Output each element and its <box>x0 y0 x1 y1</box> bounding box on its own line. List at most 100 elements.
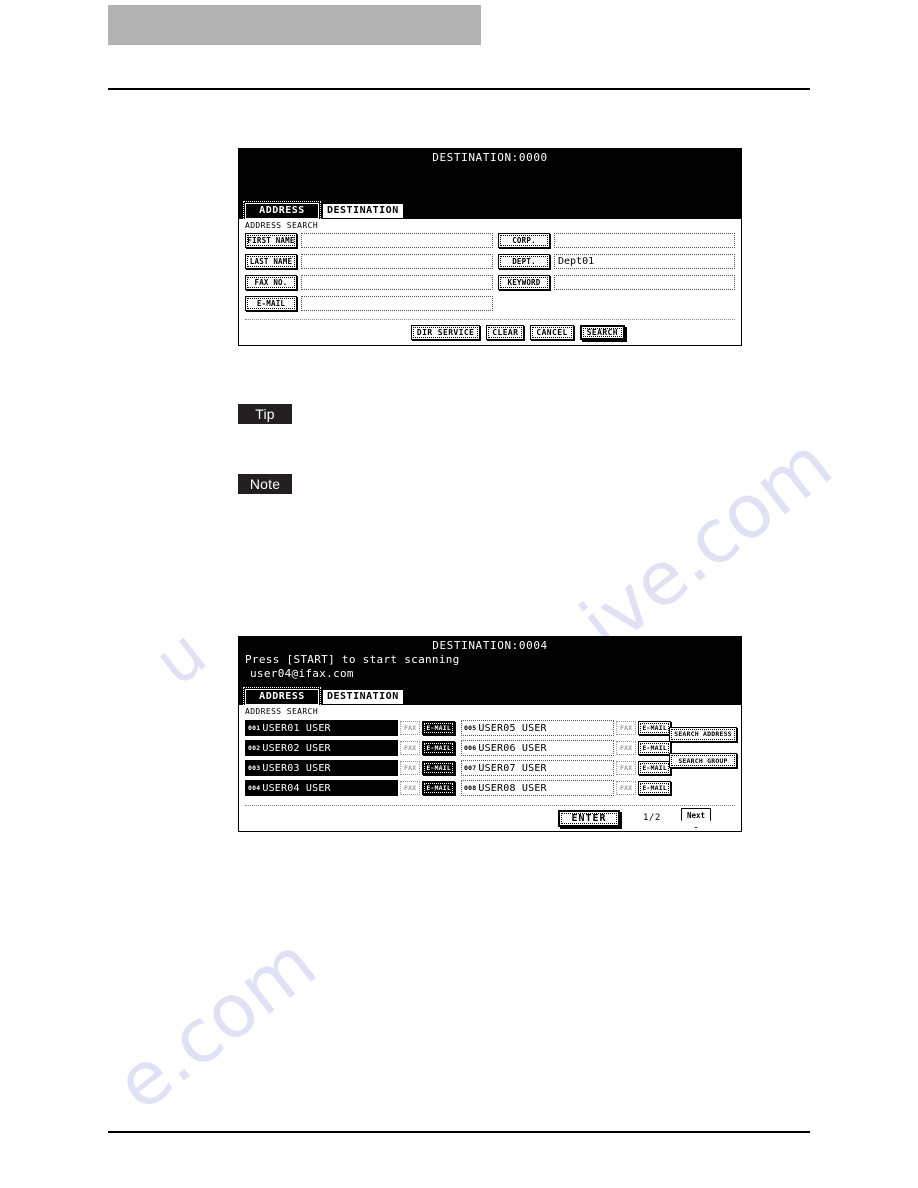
contact-name-cell[interactable]: 007 USER07 USER <box>461 760 614 776</box>
next-page-label: Next <box>686 811 706 820</box>
fax-tag-button[interactable]: FAX <box>399 761 421 775</box>
tab-address-results[interactable]: ADDRESS <box>243 687 321 707</box>
field-row-email: E-MAIL <box>245 294 493 313</box>
footer-rule <box>108 1131 810 1133</box>
address-search-action-bar: DIR SERVICE CLEAR CANCEL SEARCH <box>245 319 735 344</box>
contact-index: 004 <box>248 784 261 792</box>
contact-name-cell[interactable]: 003 USER03 USER <box>245 760 398 776</box>
destination-counter-results: DESTINATION:0004 <box>432 639 548 652</box>
search-group-button[interactable]: SEARCH GROUP <box>669 753 737 768</box>
lcd-status-area-1: DESTINATION:0000 ADDRESS DESTINATION <box>239 149 741 221</box>
result-column-left: 001 USER01 USER FAX E-MAIL 002 USER02 US… <box>245 719 455 799</box>
section-title-address-search: ADDRESS SEARCH <box>245 221 319 230</box>
list-item[interactable]: 005 USER05 USER FAX E-MAIL <box>461 719 671 737</box>
watermark-text-3: u <box>140 614 221 701</box>
contact-name: USER02 USER <box>262 742 331 754</box>
fax-no-input[interactable] <box>301 275 493 290</box>
tab-destination[interactable]: DESTINATION <box>322 203 404 219</box>
fax-tag-button[interactable]: FAX <box>615 781 637 795</box>
list-item[interactable]: 006 USER06 USER FAX E-MAIL <box>461 739 671 757</box>
note-badge: Note <box>238 474 292 494</box>
first-name-button[interactable]: FIRST NAME <box>245 233 297 248</box>
list-item[interactable]: 008 USER08 USER FAX E-MAIL <box>461 779 671 797</box>
contact-name: USER08 USER <box>478 782 547 794</box>
email-tag-button[interactable]: E-MAIL <box>638 741 671 755</box>
search-button[interactable]: SEARCH <box>579 324 625 340</box>
last-name-button[interactable]: LAST NAME <box>245 254 297 269</box>
list-item[interactable]: 007 USER07 USER FAX E-MAIL <box>461 759 671 777</box>
contact-name-cell[interactable]: 006 USER06 USER <box>461 740 614 756</box>
contact-name: USER05 USER <box>478 722 547 734</box>
keyword-button[interactable]: KEYWORD <box>498 275 550 290</box>
clear-button[interactable]: CLEAR <box>486 324 525 340</box>
contact-name: USER01 USER <box>262 722 331 734</box>
fax-tag-button[interactable]: FAX <box>615 761 637 775</box>
section-title-address-search-results: ADDRESS SEARCH <box>245 707 319 716</box>
tab-destination-results[interactable]: DESTINATION <box>322 689 404 705</box>
lcd-status-area-2: DESTINATION:0004 Press [START] to start … <box>239 637 741 707</box>
field-row-keyword: KEYWORD <box>498 273 735 292</box>
fax-no-button[interactable]: FAX NO. <box>245 275 297 290</box>
tab-bar-1: ADDRESS DESTINATION <box>243 201 404 221</box>
corp-input[interactable] <box>554 233 735 248</box>
contact-name-cell[interactable]: 002 USER02 USER <box>245 740 398 756</box>
fax-tag-button[interactable]: FAX <box>399 721 421 735</box>
lcd-content-area-2: ADDRESS SEARCH 001 USER01 USER FAX E-MAI… <box>239 705 741 831</box>
contact-index: 008 <box>464 784 477 792</box>
last-name-input[interactable] <box>301 254 493 269</box>
contact-name-cell[interactable]: 008 USER08 USER <box>461 780 614 796</box>
first-name-input[interactable] <box>301 233 493 248</box>
fax-tag-button[interactable]: FAX <box>399 741 421 755</box>
field-row-fax-no: FAX NO. <box>245 273 493 292</box>
fax-tag-button[interactable]: FAX <box>399 781 421 795</box>
cancel-button[interactable]: CANCEL <box>530 324 574 340</box>
page-header-band <box>108 5 481 45</box>
corp-button[interactable]: CORP. <box>498 233 550 248</box>
contact-name-cell[interactable]: 004 USER04 USER <box>245 780 398 796</box>
enter-button[interactable]: ENTER <box>558 810 620 827</box>
email-button[interactable]: E-MAIL <box>245 296 297 311</box>
email-tag-button[interactable]: E-MAIL <box>638 761 671 775</box>
contact-index: 002 <box>248 744 261 752</box>
field-row-first-name: FIRST NAME <box>245 231 493 250</box>
lcd-panel-address-search: DESTINATION:0000 ADDRESS DESTINATION ADD… <box>238 148 742 346</box>
contact-name: USER07 USER <box>478 762 547 774</box>
field-row-last-name: LAST NAME <box>245 252 493 271</box>
lcd-panel-search-results: DESTINATION:0004 Press [START] to start … <box>238 636 742 832</box>
dept-button[interactable]: DEPT. <box>498 254 550 269</box>
dir-service-button[interactable]: DIR SERVICE <box>410 324 481 340</box>
contact-name: USER06 USER <box>478 742 547 754</box>
keyword-input[interactable] <box>554 275 735 290</box>
fax-tag-button[interactable]: FAX <box>615 721 637 735</box>
list-item[interactable]: 003 USER03 USER FAX E-MAIL <box>245 759 455 777</box>
header-rule <box>108 88 810 90</box>
dept-input[interactable]: Dept01 <box>554 254 735 269</box>
status-message-primary: Press [START] to start scanning <box>245 653 460 666</box>
email-tag-button[interactable]: E-MAIL <box>422 741 455 755</box>
contact-index: 001 <box>248 724 261 732</box>
field-row-dept: DEPT. Dept01 <box>498 252 735 271</box>
email-tag-button[interactable]: E-MAIL <box>422 721 455 735</box>
search-address-button[interactable]: SEARCH ADDRESS <box>669 726 737 742</box>
email-tag-button[interactable]: E-MAIL <box>422 761 455 775</box>
contact-index: 003 <box>248 764 261 772</box>
contact-name-cell[interactable]: 001 USER01 USER <box>245 720 398 736</box>
email-tag-button[interactable]: E-MAIL <box>638 721 671 735</box>
watermark-text-1: ive.com <box>565 420 848 668</box>
list-item[interactable]: 002 USER02 USER FAX E-MAIL <box>245 739 455 757</box>
status-message-address: user04@ifax.com <box>250 667 354 680</box>
form-column-right: CORP. DEPT. Dept01 KEYWORD <box>498 231 735 294</box>
list-item[interactable]: 004 USER04 USER FAX E-MAIL <box>245 779 455 797</box>
email-tag-button[interactable]: E-MAIL <box>638 781 671 795</box>
address-search-form: FIRST NAME LAST NAME FAX NO. E-MAIL CORP… <box>245 231 735 313</box>
contact-name-cell[interactable]: 005 USER05 USER <box>461 720 614 736</box>
contact-name: USER04 USER <box>262 782 331 794</box>
next-page-button[interactable]: Next <box>681 808 711 828</box>
list-item[interactable]: 001 USER01 USER FAX E-MAIL <box>245 719 455 737</box>
email-input[interactable] <box>301 296 493 311</box>
destination-counter: DESTINATION:0000 <box>432 151 548 164</box>
watermark-text-2: e.com <box>100 920 332 1128</box>
email-tag-button[interactable]: E-MAIL <box>422 781 455 795</box>
fax-tag-button[interactable]: FAX <box>615 741 637 755</box>
tab-address[interactable]: ADDRESS <box>243 201 321 221</box>
